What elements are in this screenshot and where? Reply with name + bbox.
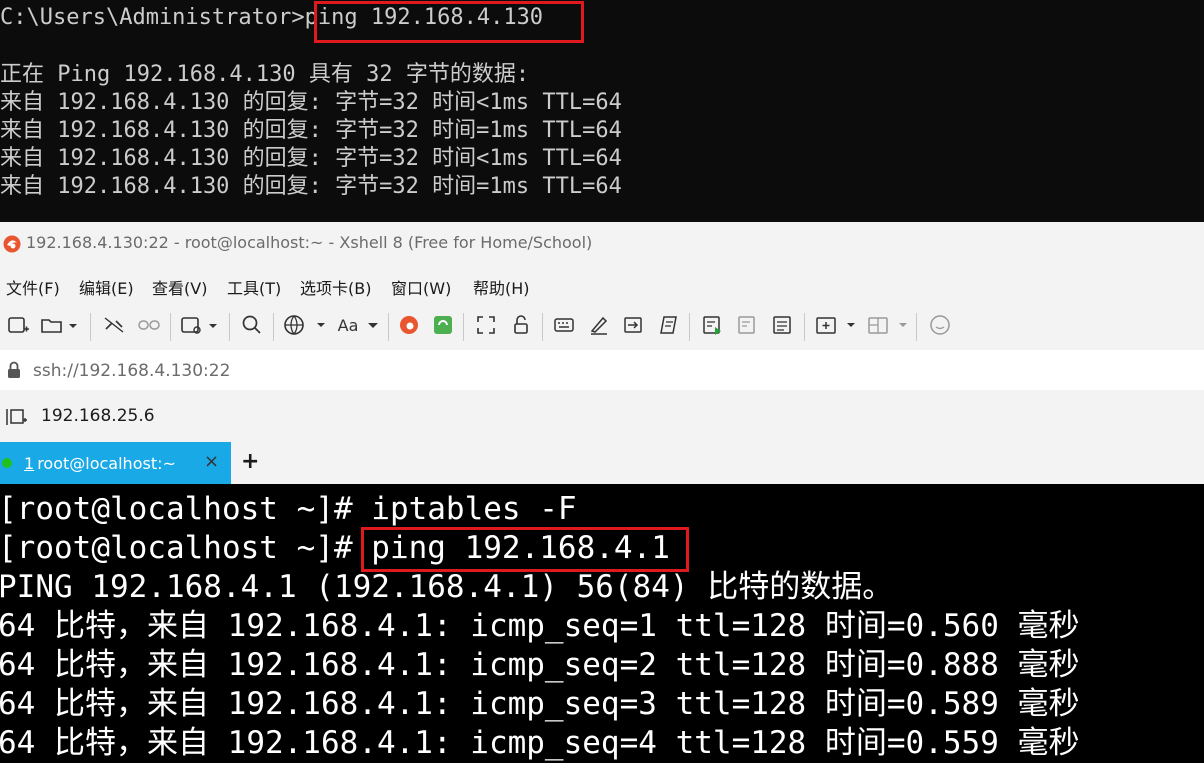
xftp-icon[interactable]: [430, 313, 456, 337]
font-button[interactable]: Aa: [335, 313, 383, 337]
ping-command-highlight: [361, 527, 689, 572]
open-folder-icon[interactable]: [38, 313, 82, 337]
cmd-command-highlight: [314, 1, 584, 43]
ping-reply-line: 64 比特，来自 192.168.4.1: icmp_seq=1 ttl=128…: [0, 608, 1080, 644]
terminal-line: [root@localhost ~]# iptables -F: [0, 490, 577, 529]
toolbar-divider: [804, 313, 805, 341]
toolbar-divider: [542, 313, 543, 341]
tab-label: 1 root@localhost:~: [24, 454, 176, 473]
fullscreen-icon[interactable]: [473, 313, 499, 337]
keyboard-icon[interactable]: [551, 313, 577, 337]
session-icon: [5, 407, 29, 431]
lock-icon: [6, 361, 22, 383]
toolbar-divider: [463, 313, 464, 341]
menu-view[interactable]: 查看(V): [152, 275, 207, 299]
toolbar: Aa: [0, 304, 1204, 348]
cmd-reply-line: 来自 192.168.4.130 的回复: 字节=32 时间=1ms TTL=6…: [0, 118, 622, 143]
close-tab-icon[interactable]: ×: [204, 451, 219, 472]
session-bar: 192.168.25.6: [0, 394, 1204, 438]
script-icon[interactable]: [655, 313, 681, 337]
connection-status-dot: [2, 458, 12, 468]
ping-reply-line: 64 比特，来自 192.168.4.1: icmp_seq=3 ttl=128…: [0, 686, 1080, 722]
layout-icon[interactable]: [864, 313, 912, 337]
toolbar-divider: [170, 313, 171, 341]
shell-prompt: [root@localhost ~]#: [0, 530, 372, 566]
ssh-terminal[interactable]: [root@localhost ~]# iptables -F [root@lo…: [0, 484, 1204, 763]
toolbar-divider: [689, 313, 690, 341]
menu-tabs[interactable]: 选项卡(B): [300, 275, 371, 299]
cmd-prompt: C:\Users\Administrator>: [0, 5, 305, 30]
toolbar-divider: [273, 313, 274, 341]
tab-title: root@localhost:~: [37, 454, 176, 473]
address-input[interactable]: ssh://192.168.4.130:22: [33, 361, 230, 381]
tab-number: 1: [24, 454, 35, 473]
send-icon[interactable]: [620, 313, 646, 337]
cmd-ping-header: 正在 Ping 192.168.4.130 具有 32 字节的数据:: [0, 62, 530, 87]
transcript-icon[interactable]: [769, 313, 795, 337]
title-bar[interactable]: 192.168.4.130:22 - root@localhost:~ - Xs…: [0, 222, 1204, 266]
ping-reply-line: 64 比特，来自 192.168.4.1: icmp_seq=4 ttl=128…: [0, 725, 1080, 761]
chat-icon[interactable]: [926, 313, 954, 337]
menu-edit[interactable]: 编辑(E): [79, 275, 134, 299]
ping-reply-line: 64 比特，来自 192.168.4.1: icmp_seq=2 ttl=128…: [0, 647, 1080, 683]
new-session-icon[interactable]: [4, 313, 34, 337]
xshell-logo-icon: [2, 234, 22, 258]
cmd-reply-line: 来自 192.168.4.130 的回复: 字节=32 时间<1ms TTL=6…: [0, 146, 622, 171]
font-label: Aa: [337, 315, 359, 335]
globe-icon[interactable]: [282, 313, 328, 337]
window-title: 192.168.4.130:22 - root@localhost:~ - Xs…: [26, 233, 593, 252]
stop-log-icon[interactable]: [734, 313, 760, 337]
cmd-reply-line: 来自 192.168.4.130 的回复: 字节=32 时间<1ms TTL=6…: [0, 90, 622, 115]
tab-bar: 1 root@localhost:~ × +: [0, 442, 1204, 484]
menu-file[interactable]: 文件(F): [6, 275, 60, 299]
menu-tools[interactable]: 工具(T): [227, 275, 281, 299]
ping-header-line: PING 192.168.4.1 (192.168.4.1) 56(84) 比特…: [0, 569, 894, 605]
xshell-app-icon[interactable]: [396, 313, 422, 337]
disconnect-icon[interactable]: [100, 313, 128, 337]
shell-command: iptables -F: [371, 491, 577, 527]
shell-prompt: [root@localhost ~]#: [0, 491, 372, 527]
tab-session-1[interactable]: 1 root@localhost:~ ×: [0, 442, 231, 484]
toolbar-divider: [229, 313, 230, 341]
cmd-reply-line: 来自 192.168.4.130 的回复: 字节=32 时间=1ms TTL=6…: [0, 174, 622, 199]
xshell-window: 192.168.4.130:22 - root@localhost:~ - Xs…: [0, 222, 1204, 763]
add-tab-button[interactable]: +: [241, 449, 259, 474]
search-icon[interactable]: [238, 313, 266, 337]
session-item[interactable]: 192.168.25.6: [41, 406, 155, 426]
toolbar-divider: [916, 313, 917, 341]
toolbar-divider: [90, 313, 91, 341]
toolbar-divider: [388, 313, 389, 341]
highlight-pen-icon[interactable]: [586, 313, 612, 337]
menu-bar: 文件(F) 编辑(E) 查看(V) 工具(T) 选项卡(B) 窗口(W) 帮助(…: [0, 266, 1204, 304]
menu-help[interactable]: 帮助(H): [473, 275, 530, 299]
session-properties-icon[interactable]: [178, 313, 222, 337]
lock-icon[interactable]: [508, 313, 534, 337]
cmd-terminal[interactable]: C:\Users\Administrator>ping 192.168.4.13…: [0, 0, 1204, 222]
start-log-icon[interactable]: [699, 313, 725, 337]
reconnect-icon[interactable]: [135, 313, 163, 337]
menu-window[interactable]: 窗口(W): [391, 275, 451, 299]
new-tab-group-icon[interactable]: [812, 313, 860, 337]
address-bar[interactable]: ssh://192.168.4.130:22: [0, 350, 1204, 390]
